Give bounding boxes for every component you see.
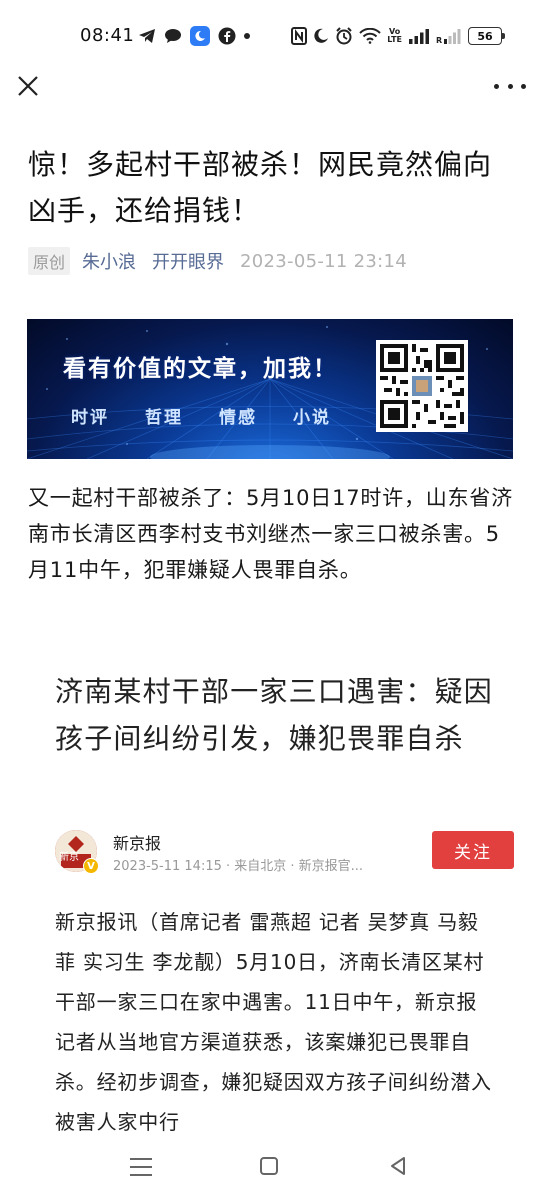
more-button[interactable] — [494, 78, 526, 94]
more-icon-dot — [494, 83, 499, 89]
nfc-icon — [291, 27, 308, 45]
qr-code-icon — [380, 344, 464, 428]
alarm-icon — [335, 27, 353, 45]
embed-title: 济南某村干部一家三口遇害：疑因孩子间纠纷引发，嫌犯畏罪自杀 — [55, 675, 494, 755]
avatar-text: 新京 — [59, 852, 79, 863]
menu-icon-line — [130, 1158, 152, 1160]
telegram-icon — [138, 28, 156, 44]
article-paragraph: 又一起村干部被杀了：5月10日17时许，山东省济南市长清区西李村支书刘继杰一家三… — [28, 486, 514, 582]
moon-icon — [313, 28, 329, 44]
publish-date: 2023-05-11 23:14 — [240, 250, 408, 272]
embed-body: 新京报讯（首席记者 雷燕超 记者 吴梦真 马毅菲 实习生 李龙靓）5月10日，济… — [55, 910, 492, 1134]
volte-icon: Vo LTE — [387, 28, 402, 44]
close-icon — [18, 76, 38, 96]
close-button[interactable] — [14, 72, 42, 100]
dot-icon — [244, 33, 250, 39]
back-icon — [391, 1157, 405, 1175]
roaming-signal-icon: R — [436, 28, 462, 44]
back-button[interactable] — [388, 1156, 408, 1176]
volte-line-2: LTE — [387, 35, 402, 44]
banner-tag: 小说 — [293, 408, 331, 428]
app-icon — [190, 26, 210, 46]
embedded-news-screenshot: 济南某村干部一家三口遇害：疑因孩子间纠纷引发，嫌犯畏罪自杀 新京 V 新京报 2… — [28, 640, 514, 1140]
author-link[interactable]: 朱小浪 — [82, 248, 136, 274]
article-title: 惊！多起村干部被杀！网民竟然偏向凶手，还给捐钱！ — [28, 148, 493, 227]
banner-tag: 时评 — [71, 408, 109, 428]
chat-icon — [164, 28, 182, 44]
account-link[interactable]: 开开眼界 — [152, 248, 224, 274]
promo-banner[interactable]: 看有价值的文章，加我！ 时评 哲理 情感 小说 — [27, 319, 513, 459]
facebook-icon — [218, 27, 236, 45]
signal-icon — [408, 28, 430, 44]
banner-headline: 看有价值的文章，加我！ — [63, 356, 338, 382]
verified-badge-icon: V — [83, 858, 99, 874]
banner-tags: 时评 哲理 情感 小说 — [71, 403, 331, 428]
home-button[interactable] — [260, 1157, 278, 1175]
embed-subline: 2023-5-11 14:15 · 来自北京 · 新京报官... — [113, 859, 364, 874]
status-time: 08:41 — [80, 25, 135, 46]
menu-icon-line — [130, 1166, 152, 1168]
status-bar: 08:41 Vo LTE R 56 — [0, 0, 540, 72]
battery-icon: 56 — [468, 27, 505, 45]
wifi-icon — [359, 28, 382, 44]
follow-button: 关注 — [432, 831, 514, 869]
system-icons: Vo LTE R 56 — [291, 24, 505, 48]
more-icon-dot — [521, 83, 526, 89]
recent-apps-button[interactable] — [130, 1158, 152, 1176]
qr-code — [376, 340, 468, 432]
svg-text:R: R — [436, 36, 442, 44]
banner-tag: 情感 — [219, 408, 257, 428]
notification-icons — [138, 24, 250, 48]
more-icon-dot — [507, 83, 513, 89]
system-nav-bar — [0, 1148, 540, 1200]
embed-source: 新京报 — [113, 834, 162, 853]
original-tag: 原创 — [28, 247, 71, 275]
article-meta: 原创 朱小浪 开开眼界 2023-05-11 23:14 — [28, 247, 407, 275]
menu-icon-line — [130, 1174, 152, 1176]
embed-author-row: 新京 V 新京报 2023-5-11 14:15 · 来自北京 · 新京报官..… — [55, 828, 514, 880]
banner-tag: 哲理 — [145, 408, 183, 428]
